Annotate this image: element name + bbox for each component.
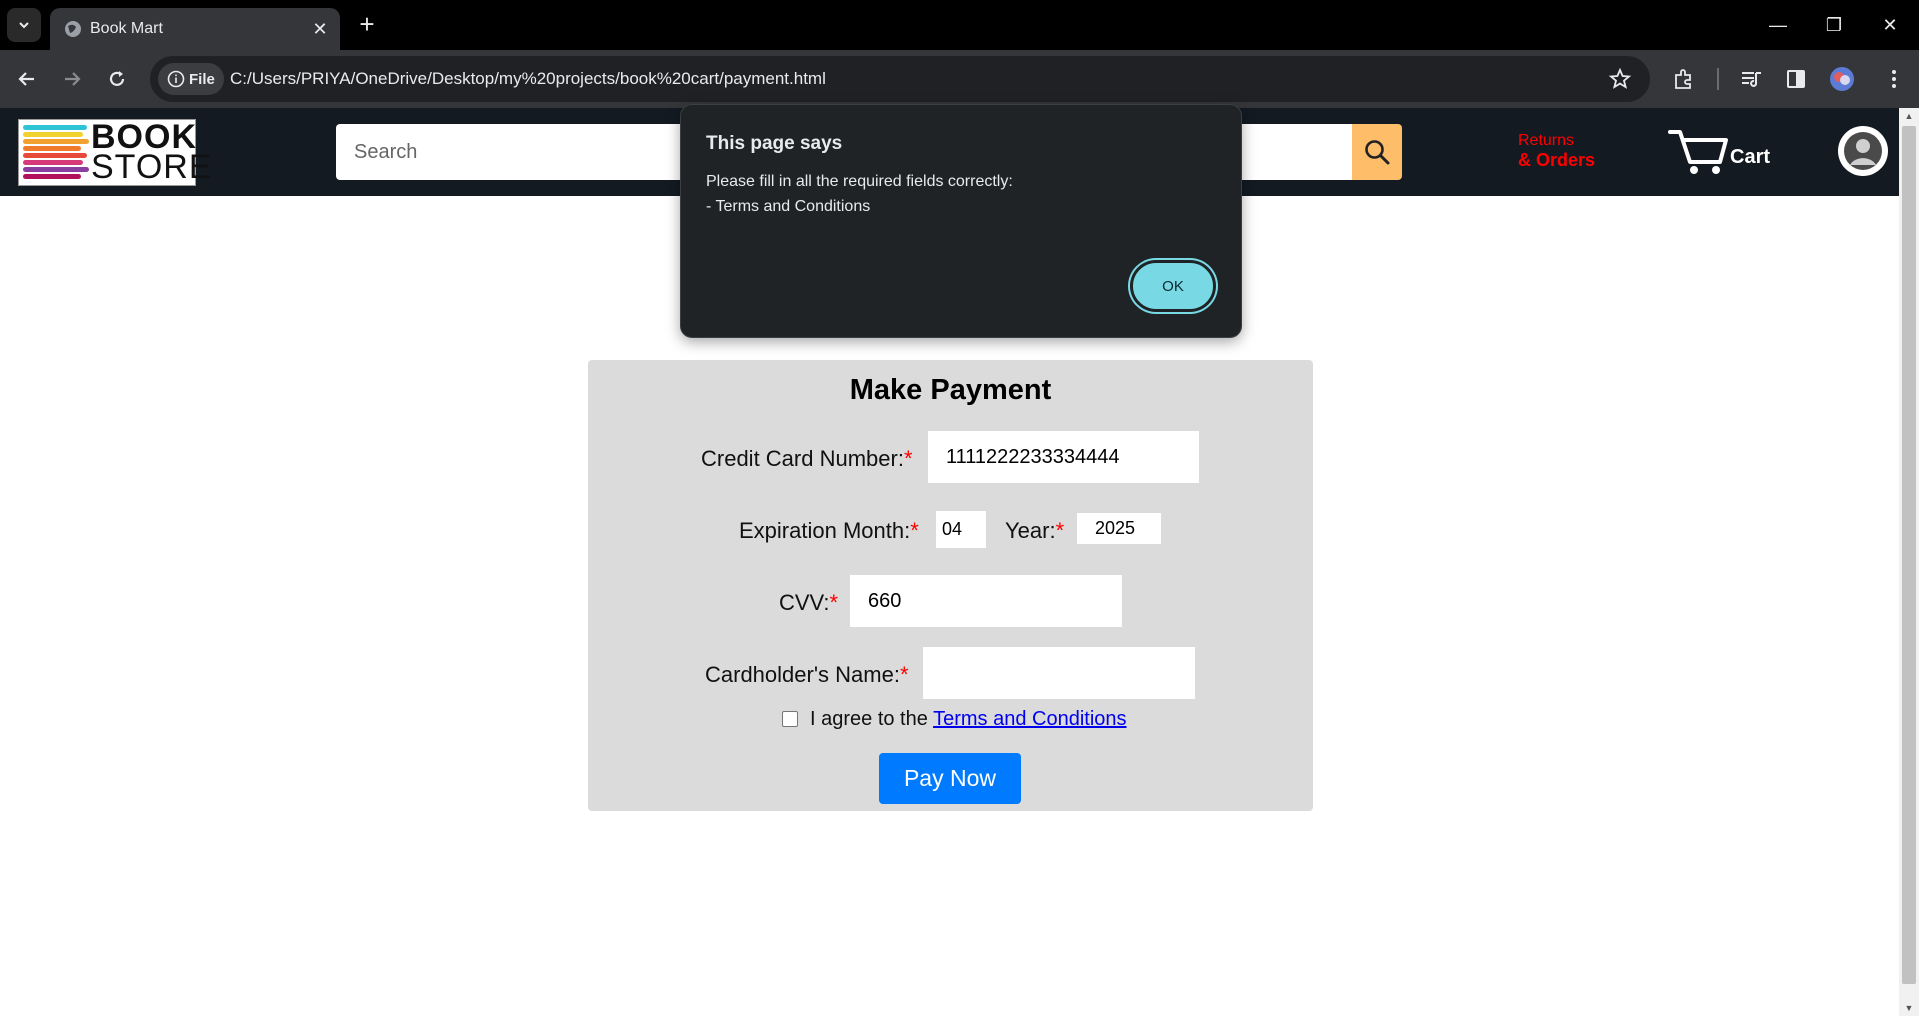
url-text[interactable]: C:/Users/PRIYA/OneDrive/Desktop/my%20pro…: [230, 69, 826, 89]
orders-label: & Orders: [1518, 150, 1596, 170]
toolbar-separator: [1717, 68, 1719, 90]
dialog-ok-button[interactable]: OK: [1133, 263, 1213, 309]
year-input[interactable]: [1077, 513, 1161, 544]
bookmark-star-icon[interactable]: [1608, 67, 1632, 91]
cart-icon: [1668, 130, 1728, 174]
site-chip-label: File: [189, 70, 215, 88]
close-window-button[interactable]: ✕: [1870, 10, 1910, 40]
reload-button[interactable]: [100, 62, 134, 96]
arrow-right-icon: [65, 72, 81, 86]
minimize-button[interactable]: —: [1758, 10, 1798, 40]
terms-agreement-text: I agree to the Terms and Conditions: [810, 708, 1127, 730]
scroll-down-arrow-icon[interactable]: ▼: [1899, 1000, 1919, 1016]
back-button[interactable]: [10, 62, 44, 96]
required-mark: *: [899, 662, 909, 687]
browser-tab[interactable]: Book Mart ✕: [50, 8, 340, 50]
cardholder-name-input[interactable]: [923, 647, 1195, 699]
payment-form: Make Payment Credit Card Number:* Expira…: [588, 360, 1313, 811]
search-button[interactable]: [1352, 124, 1402, 180]
side-panel-button[interactable]: [1782, 65, 1810, 93]
profile-avatar-icon: [1830, 67, 1854, 91]
returns-orders-link[interactable]: Returns & Orders: [1518, 132, 1595, 171]
year-label: Year:*: [1005, 518, 1065, 543]
required-mark: *: [903, 446, 913, 471]
returns-label: Returns: [1518, 132, 1575, 149]
required-mark: *: [910, 518, 919, 543]
scroll-thumb[interactable]: [1902, 126, 1916, 984]
address-bar[interactable]: File C:/Users/PRIYA/OneDrive/Desktop/my%…: [150, 56, 1650, 102]
terms-link[interactable]: Terms and Conditions: [933, 708, 1126, 730]
dialog-title: This page says: [706, 133, 843, 154]
cart-button[interactable]: Cart: [1668, 128, 1788, 178]
expiration-month-label: Expiration Month:*: [739, 518, 919, 543]
page-title: Make Payment: [849, 374, 1052, 406]
site-info-chip[interactable]: File: [158, 63, 224, 95]
restore-button[interactable]: ❐: [1814, 10, 1854, 40]
alert-dialog: This page says Please fill in all the re…: [680, 104, 1242, 338]
tab-search-button[interactable]: [7, 8, 41, 42]
card-number-label: Credit Card Number:*: [701, 446, 913, 471]
bookstore-logo[interactable]: BOOK STORE: [18, 119, 212, 186]
dialog-message-line1: Please fill in all the required fields c…: [706, 173, 1013, 190]
more-vertical-icon: [1892, 70, 1896, 88]
side-panel-icon: [1787, 70, 1805, 88]
tab-close-icon[interactable]: ✕: [310, 19, 330, 39]
reload-icon: [109, 71, 125, 86]
search-icon: [1365, 140, 1390, 165]
info-icon: [167, 70, 185, 88]
book-stack-logo-icon: [23, 125, 89, 179]
arrow-left-icon: [18, 72, 34, 86]
terms-checkbox[interactable]: [782, 711, 798, 727]
pay-now-button[interactable]: Pay Now: [879, 753, 1021, 804]
new-tab-button[interactable]: +: [352, 10, 382, 40]
cart-label: Cart: [1730, 146, 1771, 168]
user-avatar[interactable]: [1838, 126, 1888, 176]
tab-title: Book Mart: [90, 20, 163, 37]
logo-text: BOOK STORE: [91, 120, 213, 186]
card-number-input[interactable]: [928, 431, 1199, 483]
expiration-month-input[interactable]: [936, 511, 986, 548]
dialog-message-line2: - Terms and Conditions: [706, 198, 871, 215]
browser-toolbar: File C:/Users/PRIYA/OneDrive/Desktop/my%…: [0, 50, 1919, 108]
cvv-input[interactable]: [850, 575, 1122, 627]
globe-icon: [65, 21, 81, 37]
puzzle-icon: [1675, 69, 1691, 89]
user-icon: [1844, 132, 1882, 170]
browser-tab-strip: Book Mart ✕ + — ❐ ✕: [0, 0, 1919, 50]
media-controls-button[interactable]: [1737, 65, 1765, 93]
page-scrollbar[interactable]: ▲ ▼: [1899, 108, 1919, 1016]
scroll-up-arrow-icon[interactable]: ▲: [1899, 108, 1919, 124]
chevron-down-icon: [19, 22, 29, 29]
forward-button[interactable]: [55, 62, 89, 96]
cardholder-name-label: Cardholder's Name:*: [705, 662, 909, 687]
playlist-icon: [1742, 72, 1761, 87]
extensions-button[interactable]: [1670, 65, 1698, 93]
required-mark: *: [1055, 518, 1065, 543]
browser-menu-button[interactable]: [1880, 65, 1908, 93]
logo-line2: STORE: [91, 148, 213, 186]
profile-button[interactable]: [1828, 65, 1856, 93]
required-mark: *: [829, 590, 839, 615]
cvv-label: CVV:*: [779, 590, 839, 615]
